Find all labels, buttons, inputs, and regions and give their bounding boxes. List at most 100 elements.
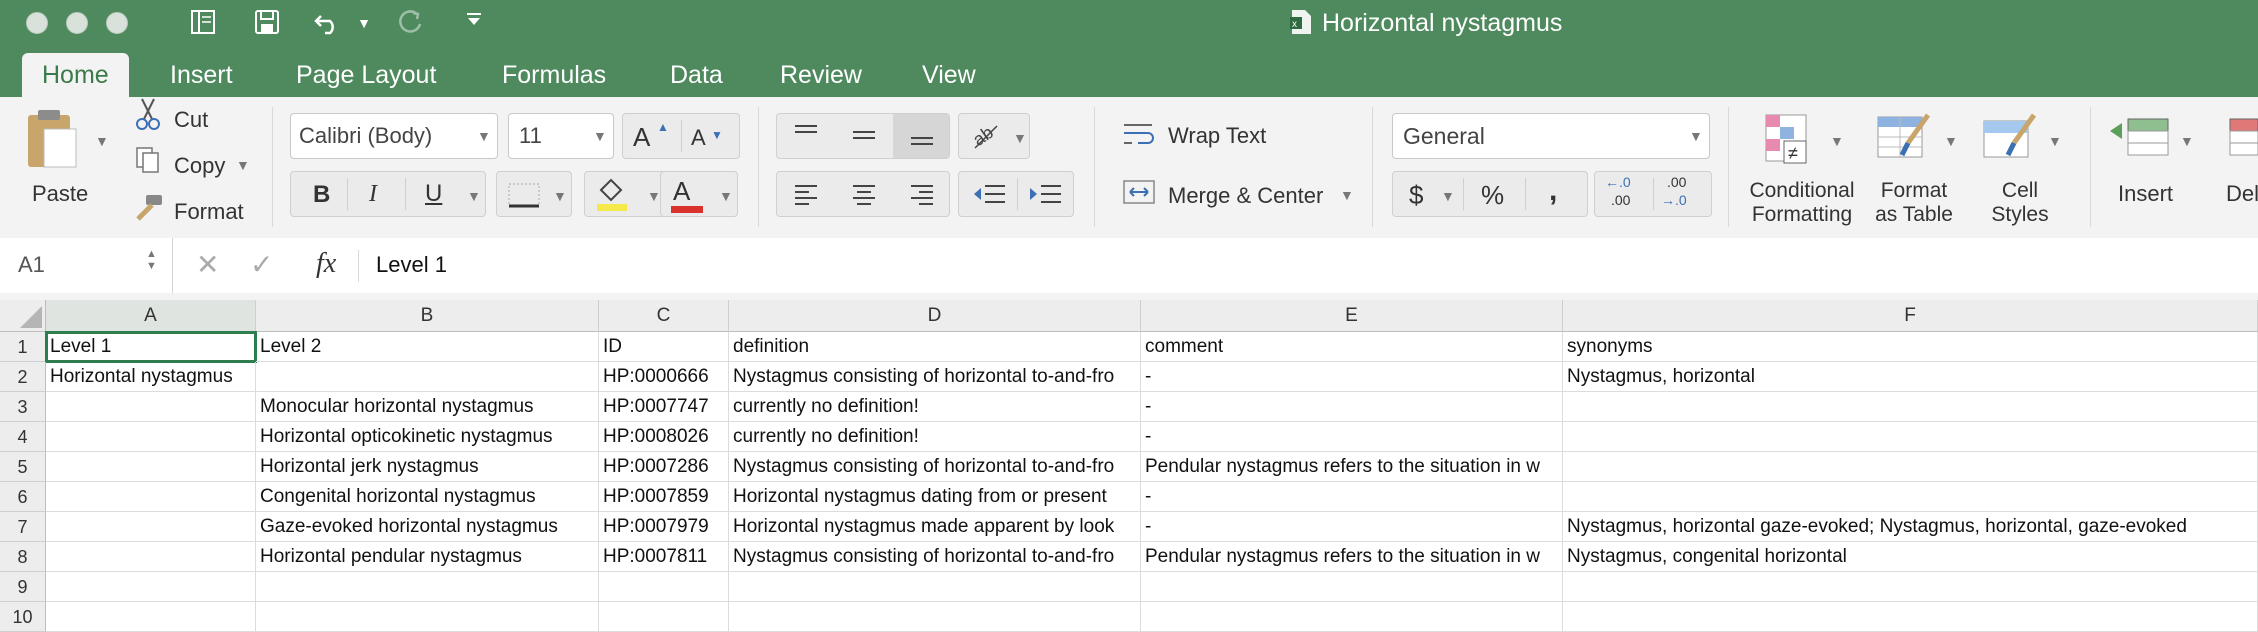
merge-center-icon[interactable] bbox=[1120, 177, 1160, 207]
align-bottom-icon[interactable] bbox=[907, 120, 937, 156]
cell-f9[interactable] bbox=[1563, 572, 2258, 602]
select-all-corner[interactable] bbox=[0, 300, 46, 332]
cell-c9[interactable] bbox=[599, 572, 729, 602]
cell-b7[interactable]: Gaze-evoked horizontal nystagmus bbox=[256, 512, 599, 542]
row-header[interactable]: 4 bbox=[0, 422, 46, 452]
cell-b3[interactable]: Monocular horizontal nystagmus bbox=[256, 392, 599, 422]
formula-input[interactable]: Level 1 bbox=[376, 252, 447, 278]
tab-insert[interactable]: Insert bbox=[150, 53, 253, 97]
merge-dropdown-icon[interactable]: ▼ bbox=[1340, 187, 1354, 203]
copy-button[interactable]: Copy bbox=[174, 153, 225, 179]
tab-view[interactable]: View bbox=[902, 53, 996, 97]
delete-cells-icon[interactable] bbox=[2224, 113, 2258, 163]
cell-styles-icon[interactable] bbox=[1980, 111, 2040, 167]
cell-b1[interactable]: Level 2 bbox=[256, 332, 599, 362]
increase-indent-icon[interactable] bbox=[1027, 180, 1063, 214]
cell-c5[interactable]: HP:0007286 bbox=[599, 452, 729, 482]
cell-e4[interactable]: - bbox=[1141, 422, 1563, 452]
column-header-e[interactable]: E bbox=[1141, 300, 1563, 332]
copy-icon[interactable] bbox=[134, 145, 162, 175]
cell-a8[interactable] bbox=[46, 542, 256, 572]
cell-d10[interactable] bbox=[729, 602, 1141, 632]
align-middle-icon[interactable] bbox=[849, 120, 879, 156]
paste-icon[interactable] bbox=[22, 107, 82, 171]
cell-a10[interactable] bbox=[46, 602, 256, 632]
cell-a5[interactable] bbox=[46, 452, 256, 482]
format-painter-icon[interactable] bbox=[132, 193, 164, 223]
cell-e7[interactable]: - bbox=[1141, 512, 1563, 542]
name-box-stepper-icon[interactable]: ▲ ▼ bbox=[146, 248, 157, 272]
column-header-f[interactable]: F bbox=[1563, 300, 2258, 332]
row-header[interactable]: 10 bbox=[0, 602, 46, 632]
chevron-down-icon[interactable]: ▼ bbox=[1830, 133, 1844, 149]
align-center-icon[interactable] bbox=[849, 180, 879, 214]
number-format-select[interactable]: General ▼ bbox=[1392, 113, 1710, 159]
row-header[interactable]: 1 bbox=[0, 332, 46, 362]
delete-cells-button[interactable]: Dele bbox=[2226, 181, 2258, 207]
name-box[interactable]: A1 ▲ ▼ bbox=[0, 238, 173, 293]
close-window-button[interactable] bbox=[26, 12, 48, 34]
format-painter-button[interactable]: Format bbox=[174, 199, 244, 225]
cell-f4[interactable] bbox=[1563, 422, 2258, 452]
align-top-icon[interactable] bbox=[791, 120, 821, 156]
increase-decimal-bottom[interactable]: .00 bbox=[1611, 192, 1630, 208]
decrease-decimal-bottom[interactable]: →.0 bbox=[1661, 192, 1687, 208]
cell-a9[interactable] bbox=[46, 572, 256, 602]
cell-d8[interactable]: Nystagmus consisting of horizontal to-an… bbox=[729, 542, 1141, 572]
increase-decimal-top[interactable]: ←.0 bbox=[1605, 174, 1631, 190]
underline-button[interactable]: U bbox=[425, 180, 442, 208]
borders-button[interactable]: ▼ bbox=[496, 171, 572, 217]
column-header-c[interactable]: C bbox=[599, 300, 729, 332]
cell-f7[interactable]: Nystagmus, horizontal gaze-evoked; Nysta… bbox=[1563, 512, 2258, 542]
cell-d7[interactable]: Horizontal nystagmus made apparent by lo… bbox=[729, 512, 1141, 542]
shrink-font-button[interactable]: A bbox=[691, 125, 706, 151]
tab-formulas[interactable]: Formulas bbox=[482, 53, 626, 97]
save-icon[interactable] bbox=[250, 8, 284, 38]
insert-function-button[interactable]: fx bbox=[316, 248, 336, 280]
cut-button[interactable]: Cut bbox=[174, 107, 208, 133]
orientation-button[interactable]: ab ▼ bbox=[958, 113, 1030, 159]
align-right-icon[interactable] bbox=[907, 180, 937, 214]
undo-icon[interactable] bbox=[310, 8, 346, 38]
cell-b4[interactable]: Horizontal opticokinetic nystagmus bbox=[256, 422, 599, 452]
paste-button-label[interactable]: Paste bbox=[32, 181, 88, 207]
cell-c3[interactable]: HP:0007747 bbox=[599, 392, 729, 422]
chevron-down-icon[interactable]: ▼ bbox=[2048, 133, 2062, 149]
row-header[interactable]: 5 bbox=[0, 452, 46, 482]
cell-e2[interactable]: - bbox=[1141, 362, 1563, 392]
font-name-select[interactable]: Calibri (Body) ▼ bbox=[290, 113, 498, 159]
row-header[interactable]: 8 bbox=[0, 542, 46, 572]
wrap-text-button[interactable]: Wrap Text bbox=[1168, 123, 1266, 149]
insert-cells-button[interactable]: Insert bbox=[2118, 181, 2173, 207]
cell-a7[interactable] bbox=[46, 512, 256, 542]
percent-button[interactable]: % bbox=[1481, 180, 1504, 211]
font-size-select[interactable]: 11 ▼ bbox=[508, 113, 614, 159]
tab-review[interactable]: Review bbox=[760, 53, 882, 97]
cell-e10[interactable] bbox=[1141, 602, 1563, 632]
grow-font-button[interactable]: A bbox=[633, 122, 650, 153]
conditional-formatting-button[interactable]: Conditional Formatting bbox=[1746, 179, 1858, 227]
row-header[interactable]: 2 bbox=[0, 362, 46, 392]
cell-e8[interactable]: Pendular nystagmus refers to the situati… bbox=[1141, 542, 1563, 572]
fill-color-button[interactable]: ▼ bbox=[584, 171, 666, 217]
zoom-window-button[interactable] bbox=[106, 12, 128, 34]
paste-dropdown-icon[interactable]: ▼ bbox=[95, 133, 109, 149]
redo-icon[interactable] bbox=[394, 8, 428, 38]
insert-cells-icon[interactable] bbox=[2108, 113, 2172, 163]
undo-dropdown-icon[interactable]: ▼ bbox=[354, 8, 374, 38]
underline-dropdown-icon[interactable]: ▼ bbox=[467, 188, 481, 204]
cell-c8[interactable]: HP:0007811 bbox=[599, 542, 729, 572]
row-header[interactable]: 6 bbox=[0, 482, 46, 512]
cell-c10[interactable] bbox=[599, 602, 729, 632]
format-as-table-icon[interactable] bbox=[1874, 111, 1934, 167]
cell-d4[interactable]: currently no definition! bbox=[729, 422, 1141, 452]
customize-toolbar-icon[interactable] bbox=[462, 8, 486, 38]
currency-button[interactable]: $ bbox=[1409, 180, 1423, 211]
merge-center-button[interactable]: Merge & Center bbox=[1168, 183, 1323, 209]
cell-b8[interactable]: Horizontal pendular nystagmus bbox=[256, 542, 599, 572]
currency-dropdown-icon[interactable]: ▼ bbox=[1441, 188, 1455, 204]
cell-a3[interactable] bbox=[46, 392, 256, 422]
cell-c6[interactable]: HP:0007859 bbox=[599, 482, 729, 512]
font-color-button[interactable]: A ▼ bbox=[660, 171, 738, 217]
cell-d1[interactable]: definition bbox=[729, 332, 1141, 362]
